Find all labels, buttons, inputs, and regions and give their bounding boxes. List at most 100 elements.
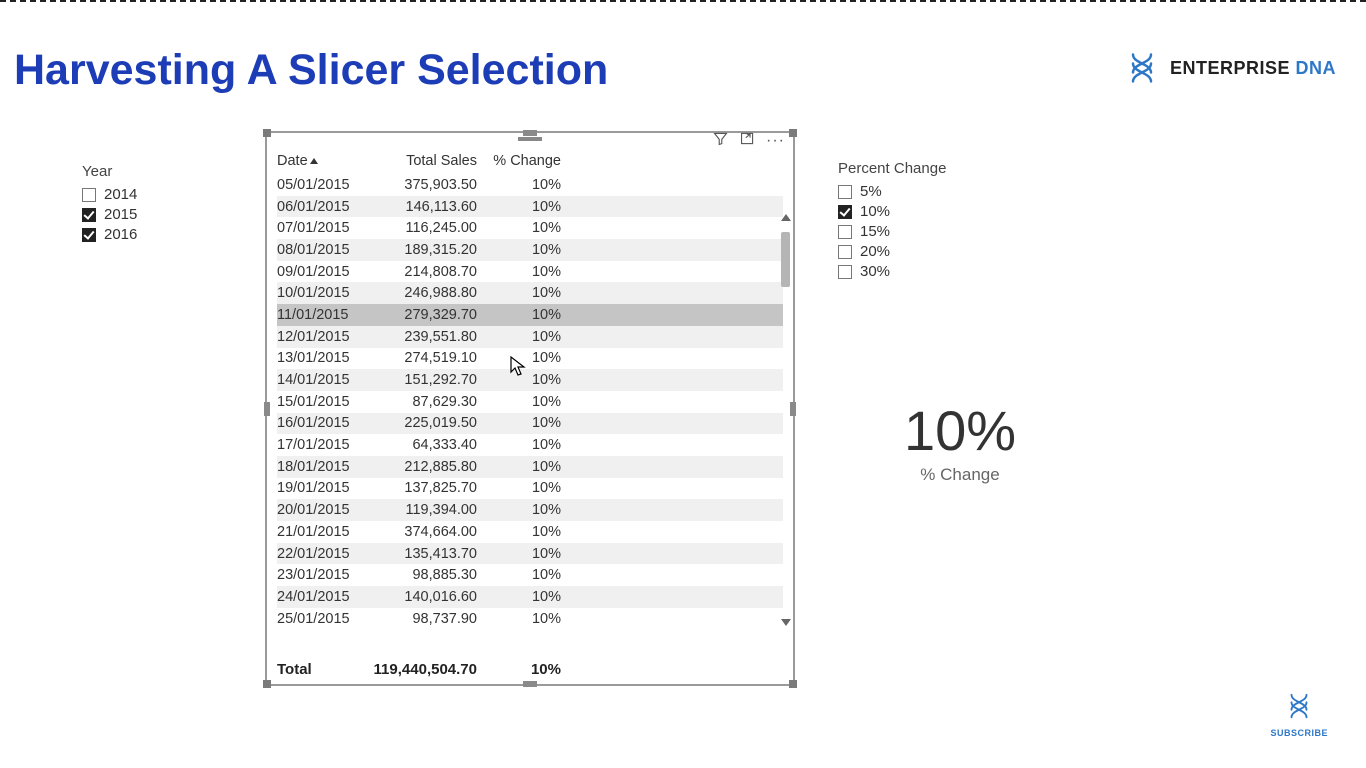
focus-mode-icon[interactable] xyxy=(739,130,756,152)
table-cell: 274,519.10 xyxy=(367,350,477,366)
table-body: 05/01/2015375,903.5010%06/01/2015146,113… xyxy=(267,174,793,656)
table-cell: 10% xyxy=(477,589,561,605)
table-row[interactable]: 22/01/2015135,413.7010% xyxy=(277,543,783,565)
table-header: Date Total Sales % Change xyxy=(267,149,793,174)
pct-option[interactable]: 15% xyxy=(838,223,1018,240)
table-cell: 225,019.50 xyxy=(367,415,477,431)
table-cell: 140,016.60 xyxy=(367,589,477,605)
table-cell: 10% xyxy=(477,567,561,583)
table-row[interactable]: 21/01/2015374,664.0010% xyxy=(277,521,783,543)
pct-option[interactable]: 10% xyxy=(838,203,1018,220)
table-cell: 10% xyxy=(477,329,561,345)
more-options-icon[interactable]: ··· xyxy=(766,137,785,145)
drag-handle-icon[interactable] xyxy=(518,137,542,141)
table-cell: 21/01/2015 xyxy=(277,524,367,540)
resize-handle[interactable] xyxy=(263,680,271,688)
pct-option[interactable]: 20% xyxy=(838,243,1018,260)
pct-option[interactable]: 30% xyxy=(838,263,1018,280)
year-option-label: 2015 xyxy=(104,206,137,223)
table-total-row: Total 119,440,504.70 10% xyxy=(267,656,793,684)
logo-text: ENTERPRISE DNA xyxy=(1170,58,1336,79)
pct-option-label: 30% xyxy=(860,263,890,280)
table-row[interactable]: 18/01/2015212,885.8010% xyxy=(277,456,783,478)
table-cell: 10% xyxy=(477,372,561,388)
year-option[interactable]: 2016 xyxy=(82,226,222,243)
filter-icon[interactable] xyxy=(712,130,729,152)
year-slicer-label: Year xyxy=(82,163,222,180)
table-cell: 116,245.00 xyxy=(367,220,477,236)
table-cell: 10% xyxy=(477,307,561,323)
table-cell: 87,629.30 xyxy=(367,394,477,410)
table-row[interactable]: 07/01/2015116,245.0010% xyxy=(277,217,783,239)
table-cell: 20/01/2015 xyxy=(277,502,367,518)
table-row[interactable]: 09/01/2015214,808.7010% xyxy=(277,261,783,283)
resize-handle[interactable] xyxy=(523,681,537,687)
table-cell: 12/01/2015 xyxy=(277,329,367,345)
year-option[interactable]: 2015 xyxy=(82,206,222,223)
col-header-total-sales[interactable]: Total Sales xyxy=(367,149,477,173)
checkbox-icon[interactable] xyxy=(838,205,852,219)
checkbox-icon[interactable] xyxy=(838,265,852,279)
resize-handle[interactable] xyxy=(789,680,797,688)
table-row[interactable]: 20/01/2015119,394.0010% xyxy=(277,499,783,521)
table-row[interactable]: 15/01/201587,629.3010% xyxy=(277,391,783,413)
table-row[interactable]: 10/01/2015246,988.8010% xyxy=(277,282,783,304)
col-header-percent-change[interactable]: % Change xyxy=(477,149,561,173)
table-cell: 16/01/2015 xyxy=(277,415,367,431)
table-row[interactable]: 17/01/201564,333.4010% xyxy=(277,434,783,456)
checkbox-icon[interactable] xyxy=(838,245,852,259)
year-option-label: 2016 xyxy=(104,226,137,243)
table-cell: 98,737.90 xyxy=(367,611,477,627)
table-row[interactable]: 12/01/2015239,551.8010% xyxy=(277,326,783,348)
year-option[interactable]: 2014 xyxy=(82,186,222,203)
table-row[interactable]: 16/01/2015225,019.5010% xyxy=(277,413,783,435)
checkbox-icon[interactable] xyxy=(838,225,852,239)
table-cell: 10% xyxy=(477,199,561,215)
scroll-down-icon[interactable] xyxy=(781,619,791,626)
table-row[interactable]: 08/01/2015189,315.2010% xyxy=(277,239,783,261)
table-row[interactable]: 24/01/2015140,016.6010% xyxy=(277,586,783,608)
vertical-scrollbar[interactable] xyxy=(781,214,791,626)
col-header-date[interactable]: Date xyxy=(277,149,367,173)
pct-option-label: 10% xyxy=(860,203,890,220)
table-row[interactable]: 06/01/2015146,113.6010% xyxy=(277,196,783,218)
table-row[interactable]: 14/01/2015151,292.7010% xyxy=(277,369,783,391)
checkbox-icon[interactable] xyxy=(82,188,96,202)
table-cell: 10% xyxy=(477,480,561,496)
card-value: 10% xyxy=(870,398,1050,463)
table-row[interactable]: 19/01/2015137,825.7010% xyxy=(277,478,783,500)
card-label: % Change xyxy=(870,465,1050,485)
table-cell: 10% xyxy=(477,177,561,193)
pct-option-label: 20% xyxy=(860,243,890,260)
scroll-up-icon[interactable] xyxy=(781,214,791,221)
table-cell: 10% xyxy=(477,242,561,258)
percent-change-slicer[interactable]: Percent Change 5%10%15%20%30% xyxy=(838,160,1018,283)
sort-asc-icon xyxy=(310,158,318,164)
table-visual[interactable]: ··· Date Total Sales % Change 05/01/2015… xyxy=(265,131,795,686)
table-row[interactable]: 23/01/201598,885.3010% xyxy=(277,564,783,586)
percent-change-card: 10% % Change xyxy=(870,398,1050,485)
table-row[interactable]: 13/01/2015274,519.1010% xyxy=(277,348,783,370)
table-cell: 05/01/2015 xyxy=(277,177,367,193)
table-row[interactable]: 25/01/201598,737.9010% xyxy=(277,608,783,630)
table-row[interactable]: 05/01/2015375,903.5010% xyxy=(277,174,783,196)
table-cell: 10% xyxy=(477,220,561,236)
scroll-thumb[interactable] xyxy=(781,232,790,287)
table-cell: 17/01/2015 xyxy=(277,437,367,453)
page-title: Harvesting A Slicer Selection xyxy=(14,46,608,95)
table-cell: 10% xyxy=(477,350,561,366)
checkbox-icon[interactable] xyxy=(82,228,96,242)
table-cell: 374,664.00 xyxy=(367,524,477,540)
table-cell: 10% xyxy=(477,546,561,562)
pct-option[interactable]: 5% xyxy=(838,183,1018,200)
table-cell: 14/01/2015 xyxy=(277,372,367,388)
table-cell: 19/01/2015 xyxy=(277,480,367,496)
table-cell: 15/01/2015 xyxy=(277,394,367,410)
table-cell: 10% xyxy=(477,611,561,627)
year-slicer[interactable]: Year 2014 2015 2016 xyxy=(82,163,222,246)
checkbox-icon[interactable] xyxy=(838,185,852,199)
table-row[interactable]: 11/01/2015279,329.7010% xyxy=(277,304,783,326)
checkbox-icon[interactable] xyxy=(82,208,96,222)
subscribe-badge[interactable]: SUBSCRIBE xyxy=(1270,691,1328,738)
visual-header: ··· xyxy=(267,133,793,149)
